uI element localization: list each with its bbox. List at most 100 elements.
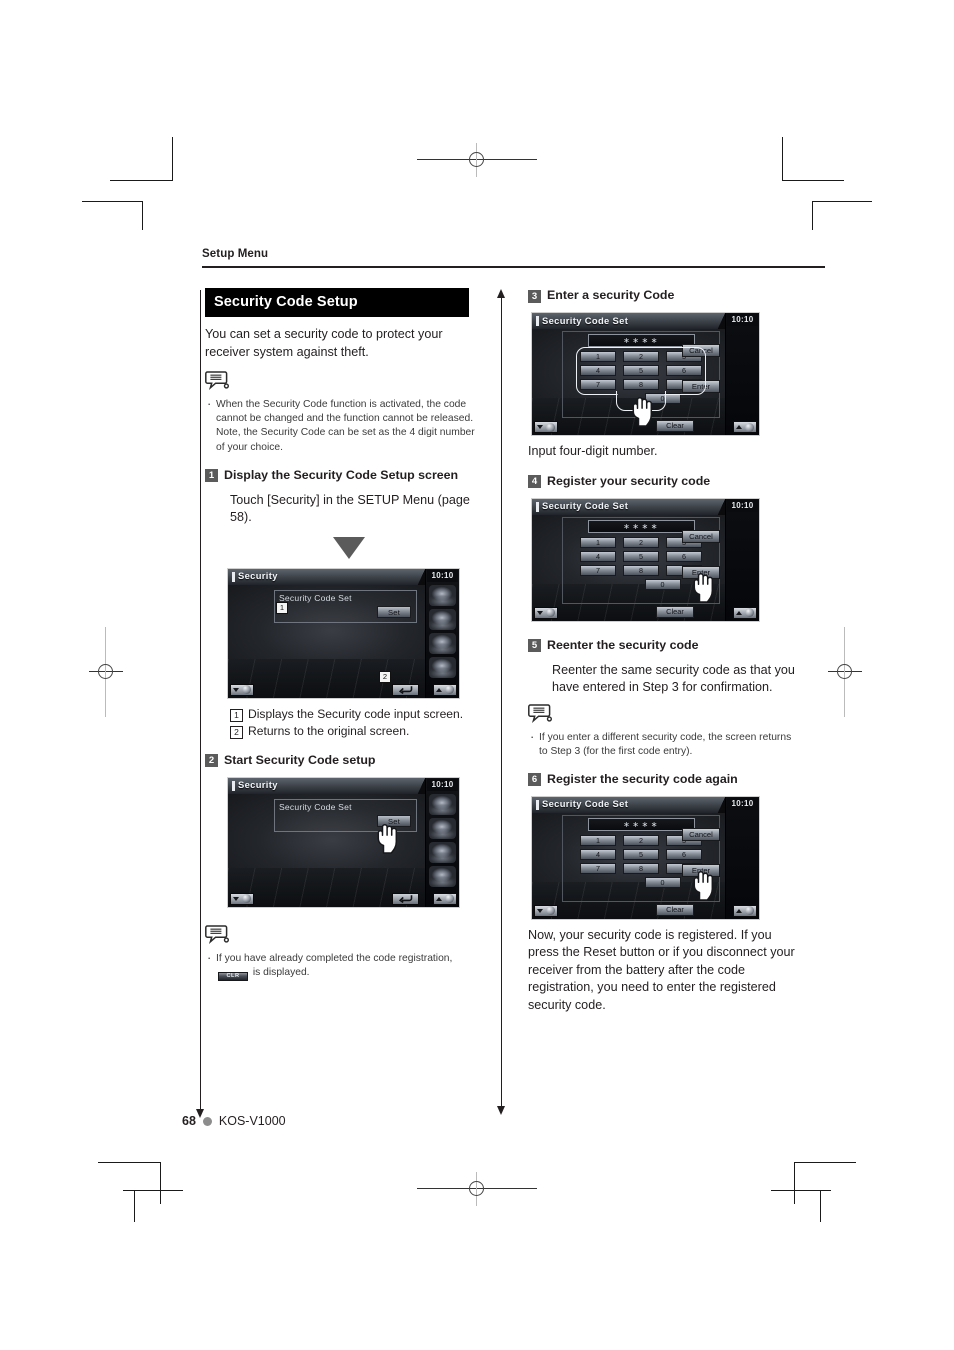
note-text-suffix: is displayed. [252, 967, 310, 979]
code-display-field: ∗∗∗∗ [588, 334, 695, 347]
titlebar-marker [232, 780, 235, 791]
titlebar-marker [536, 501, 539, 512]
dial-icon [242, 685, 252, 695]
dial-icon [445, 894, 455, 904]
volume-up-control[interactable] [733, 421, 757, 433]
crop-mark-top-right-v2 [782, 137, 783, 181]
return-button[interactable] [392, 892, 419, 905]
registration-mark-bottom [417, 1172, 537, 1206]
key-1[interactable]: 1 [580, 536, 616, 548]
source-icon-1[interactable] [429, 793, 456, 815]
manual-page: Setup Menu Security Code Setup You can s… [0, 0, 954, 1350]
key-6[interactable]: 6 [666, 550, 702, 562]
step-2-heading: 2 Start Security Code setup [205, 753, 475, 768]
volume-up-control[interactable] [433, 892, 457, 905]
cancel-button[interactable]: Cancel [682, 529, 720, 543]
crop-mark-bottom-right-h1 [794, 1162, 856, 1163]
set-button[interactable]: Set [377, 605, 411, 618]
key-5[interactable]: 5 [623, 550, 659, 562]
triangle-up-icon [435, 687, 442, 692]
callout-2: 2 [379, 670, 391, 683]
volume-down-control[interactable] [534, 904, 558, 917]
registration-mark-right [828, 627, 862, 717]
step-3-caption: Input four-digit number. [528, 444, 658, 458]
key-4[interactable]: 4 [580, 848, 616, 860]
right-column-flow-line [497, 289, 505, 1115]
volume-down-control[interactable] [534, 606, 558, 619]
screen-title: Security [238, 779, 278, 791]
legend-text: Displays the Security code input screen. [248, 706, 464, 721]
dial-icon [745, 608, 755, 617]
crop-mark-top-right-v1 [812, 201, 813, 230]
touch-hand-cursor [376, 823, 402, 854]
cancel-button[interactable]: Cancel [682, 827, 720, 841]
volume-up-control[interactable] [733, 606, 757, 619]
volume-up-control[interactable] [733, 904, 757, 917]
registration-mark-top [417, 143, 537, 177]
key-8[interactable]: 8 [623, 564, 659, 576]
crop-mark-top-right-h1 [812, 201, 872, 202]
source-icon-4[interactable] [429, 865, 456, 887]
key-2[interactable]: 2 [623, 834, 659, 846]
right-column: 3 Enter a security Code Security Code Se… [528, 288, 798, 1014]
left-column: Security Code Setup You can set a securi… [205, 288, 475, 982]
device-screen-security-1: Security Security Code Set Set 1 10:10 2 [227, 567, 460, 699]
crop-mark-bottom-left-h2 [123, 1190, 183, 1191]
crop-mark-bottom-left-v2 [134, 1190, 135, 1222]
crop-mark-bottom-right-v2 [820, 1190, 821, 1222]
key-6[interactable]: 6 [666, 848, 702, 860]
volume-up-control[interactable] [433, 683, 457, 696]
key-5[interactable]: 5 [623, 848, 659, 860]
screen-clock: 10:10 [727, 314, 758, 326]
key-2[interactable]: 2 [623, 536, 659, 548]
source-icon-4[interactable] [429, 656, 456, 678]
volume-down-control[interactable] [534, 421, 558, 433]
key-1[interactable]: 1 [580, 834, 616, 846]
keypad-row: 4 5 6 [580, 550, 702, 562]
panel-label: Security Code Set [279, 801, 352, 812]
screen-title: Security Code Set [542, 798, 629, 810]
source-icon-2[interactable] [429, 817, 456, 839]
key-7[interactable]: 7 [580, 564, 616, 576]
note-item: If you have already completed the code r… [205, 951, 475, 982]
key-4[interactable]: 4 [580, 550, 616, 562]
key-8[interactable]: 8 [623, 862, 659, 874]
step-6-caption: Now, your security code is registered. I… [528, 927, 795, 1012]
screen-bottom-bar [228, 890, 459, 907]
source-icon-3[interactable] [429, 841, 456, 863]
key-0[interactable]: 0 [644, 876, 681, 888]
legend-row: 2 Returns to the original screen. [230, 723, 475, 740]
source-icon-2[interactable] [429, 608, 456, 630]
step-number: 2 [205, 754, 218, 768]
note-text-prefix: If you have already completed the code r… [216, 952, 453, 964]
volume-down-control[interactable] [230, 892, 254, 905]
step-title: Register the security code again [547, 771, 738, 786]
dial-icon [546, 422, 556, 432]
source-icon-3[interactable] [429, 632, 456, 654]
screen-titlebar: Security [228, 777, 427, 794]
screen-titlebar: Security [228, 568, 427, 585]
key-0[interactable]: 0 [644, 578, 681, 590]
source-icon-1[interactable] [429, 584, 456, 606]
note-item: When the Security Code function is activ… [205, 397, 475, 455]
step-number: 5 [528, 639, 541, 652]
crop-mark-bottom-right-h2 [771, 1190, 831, 1191]
note-bubble-icon [205, 924, 475, 950]
triangle-down-icon [536, 610, 543, 615]
touch-hand-cursor [692, 870, 718, 901]
step-number: 3 [528, 289, 541, 303]
crop-mark-top-left-h1 [82, 201, 142, 202]
screen-title: Security Code Set [542, 314, 629, 326]
keypad-row: 0 [623, 578, 702, 590]
legend-number: 1 [230, 708, 243, 722]
clr-chip-label: CLR [218, 972, 248, 982]
screen-clock: 10:10 [427, 569, 458, 582]
return-button[interactable] [392, 683, 419, 696]
callout-1: 1 [276, 601, 288, 614]
key-7[interactable]: 7 [580, 862, 616, 874]
code-display-field: ∗∗∗∗ [588, 817, 695, 831]
crop-mark-top-left-h2 [110, 180, 172, 181]
step-6-heading: 6 Register the security code again [528, 772, 798, 787]
screen-clock: 10:10 [427, 778, 458, 791]
volume-down-control[interactable] [230, 683, 254, 696]
